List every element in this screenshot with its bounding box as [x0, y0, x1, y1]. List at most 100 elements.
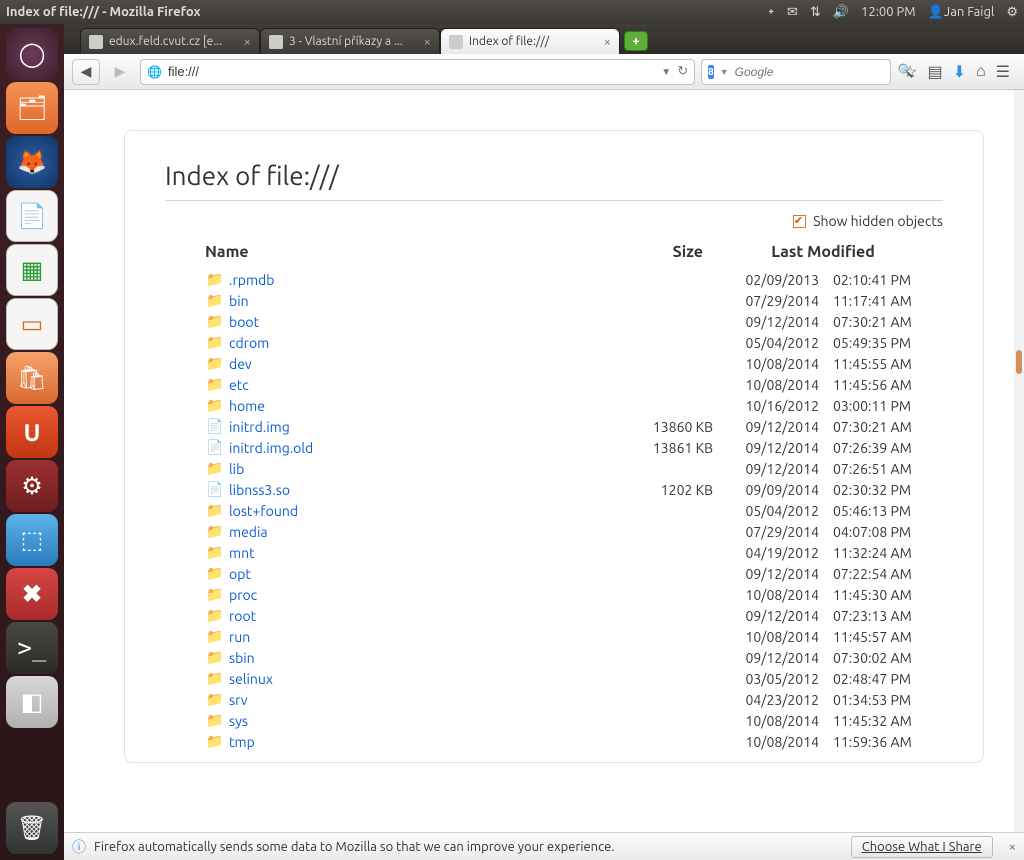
table-row: 📁selinux03/05/201202:48:47 PM	[165, 668, 943, 689]
dropbox-icon[interactable]: ⬚	[6, 514, 58, 566]
network-icon[interactable]: ⇅	[810, 5, 821, 20]
entry-name[interactable]: boot	[229, 314, 583, 330]
ubuntu-one-icon[interactable]: U	[6, 406, 58, 458]
entry-time: 02:10:41 PM	[833, 272, 943, 288]
entry-name[interactable]: etc	[229, 377, 583, 393]
entry-name[interactable]: .rpmdb	[229, 272, 583, 288]
trash-icon[interactable]: 🗑	[6, 802, 58, 854]
firefox-icon[interactable]: 🦊	[6, 136, 58, 188]
url-field[interactable]: 🌐 ▼ ↻	[140, 59, 695, 85]
entry-name[interactable]: root	[229, 608, 583, 624]
close-icon[interactable]: ×	[1009, 840, 1016, 854]
menu-icon[interactable]: ☰	[996, 62, 1010, 81]
entry-time: 02:30:32 PM	[833, 482, 943, 498]
folder-icon: 📁	[205, 502, 225, 519]
table-row: 📁sys10/08/201411:45:32 AM	[165, 710, 943, 731]
table-row: 📁mnt04/19/201211:32:24 AM	[165, 542, 943, 563]
tab-2[interactable]: Index of file:/// ×	[440, 28, 620, 54]
sound-icon[interactable]: 🔊	[833, 5, 849, 20]
scrollbar[interactable]	[1014, 90, 1024, 860]
entry-date: 05/04/2012	[713, 335, 833, 351]
close-icon[interactable]: ×	[604, 35, 611, 49]
entry-name[interactable]: dev	[229, 356, 583, 372]
virtualbox-icon[interactable]: ◧	[6, 676, 58, 728]
entry-name[interactable]: libnss3.so	[229, 482, 583, 498]
entry-name[interactable]: tmp	[229, 734, 583, 750]
home-icon[interactable]: ⌂	[976, 62, 986, 81]
entry-size: 1202 KB	[583, 482, 713, 498]
close-icon[interactable]: ×	[244, 35, 251, 49]
bluetooth-icon[interactable]: ᛭	[767, 5, 775, 19]
impress-icon[interactable]: ▭	[6, 298, 58, 350]
entry-name[interactable]: proc	[229, 587, 583, 603]
search-field[interactable]: 8 ▼ 🔍	[701, 59, 891, 85]
directory-card: Index of file:/// Show hidden objects Na…	[124, 130, 984, 763]
entry-date: 09/09/2014	[713, 482, 833, 498]
chevron-down-icon[interactable]: ▼	[661, 66, 671, 78]
table-row: 📁boot09/12/201407:30:21 AM	[165, 311, 943, 332]
gear-icon[interactable]: ⚙	[1006, 5, 1018, 20]
bookmark-star-icon[interactable]: ☆	[903, 62, 917, 81]
entry-name[interactable]: opt	[229, 566, 583, 582]
entry-time: 01:34:53 PM	[833, 692, 943, 708]
entry-name[interactable]: lib	[229, 461, 583, 477]
new-tab-button[interactable]: +	[624, 31, 648, 51]
folder-icon: 📁	[205, 271, 225, 288]
settings-icon[interactable]: ⚙	[6, 460, 58, 512]
file-icon: 📄	[205, 481, 225, 498]
forward-button[interactable]: ▶	[106, 59, 134, 85]
divider	[165, 200, 943, 201]
entry-name[interactable]: srv	[229, 692, 583, 708]
entry-date: 09/12/2014	[713, 650, 833, 666]
back-button[interactable]: ◀	[72, 59, 100, 85]
show-hidden-checkbox[interactable]	[793, 215, 806, 228]
entry-name[interactable]: home	[229, 398, 583, 414]
entry-name[interactable]: initrd.img.old	[229, 440, 583, 456]
files-icon[interactable]: 🗂	[6, 82, 58, 134]
entry-name[interactable]: sys	[229, 713, 583, 729]
library-icon[interactable]: ▤	[927, 62, 942, 81]
entry-date: 05/04/2012	[713, 503, 833, 519]
entry-name[interactable]: selinux	[229, 671, 583, 687]
choose-share-button[interactable]: Choose What I Share	[851, 836, 993, 858]
search-input[interactable]	[735, 65, 892, 79]
entry-name[interactable]: cdrom	[229, 335, 583, 351]
entry-time: 11:45:30 AM	[833, 587, 943, 603]
folder-icon: 📁	[205, 460, 225, 477]
show-hidden-label: Show hidden objects	[813, 213, 943, 229]
table-row: 📁run10/08/201411:45:57 AM	[165, 626, 943, 647]
entry-time: 11:17:41 AM	[833, 293, 943, 309]
entry-name[interactable]: sbin	[229, 650, 583, 666]
close-icon[interactable]: ×	[424, 35, 431, 49]
chevron-down-icon[interactable]: ▼	[720, 67, 729, 77]
writer-icon[interactable]: 📄	[6, 190, 58, 242]
table-row: 📁dev10/08/201411:45:55 AM	[165, 353, 943, 374]
tab-1[interactable]: 3 - Vlastní příkazy a ... ×	[260, 28, 440, 54]
entry-date: 07/29/2014	[713, 524, 833, 540]
entry-name[interactable]: mnt	[229, 545, 583, 561]
mail-icon[interactable]: ✉	[787, 5, 798, 20]
download-icon[interactable]: ⬇	[953, 62, 966, 81]
table-row: 📁.rpmdb02/09/201302:10:41 PM	[165, 269, 943, 290]
calc-icon[interactable]: ▦	[6, 244, 58, 296]
tab-0[interactable]: edux.feld.cvut.cz [e... ×	[80, 28, 260, 54]
listing-header: Name Size Last Modified	[165, 239, 943, 269]
terminal-icon[interactable]: >_	[6, 622, 58, 674]
user-menu[interactable]: 👤 Jan Faigl	[928, 5, 995, 20]
clock[interactable]: 12:00 PM	[861, 5, 916, 19]
reload-icon[interactable]: ↻	[677, 64, 688, 79]
xapp-icon[interactable]: ✖	[6, 568, 58, 620]
entry-name[interactable]: initrd.img	[229, 419, 583, 435]
entry-name[interactable]: run	[229, 629, 583, 645]
tab-label: edux.feld.cvut.cz [e...	[109, 35, 222, 48]
dash-icon[interactable]: ◯	[6, 28, 58, 80]
software-center-icon[interactable]: 🛍	[6, 352, 58, 404]
entry-name[interactable]: lost+found	[229, 503, 583, 519]
table-row: 📁bin07/29/201411:17:41 AM	[165, 290, 943, 311]
folder-icon: 📁	[205, 334, 225, 351]
entry-name[interactable]: media	[229, 524, 583, 540]
scrollbar-thumb[interactable]	[1016, 350, 1022, 374]
entry-name[interactable]: bin	[229, 293, 583, 309]
file-icon: 📄	[205, 439, 225, 456]
url-input[interactable]	[168, 64, 655, 79]
